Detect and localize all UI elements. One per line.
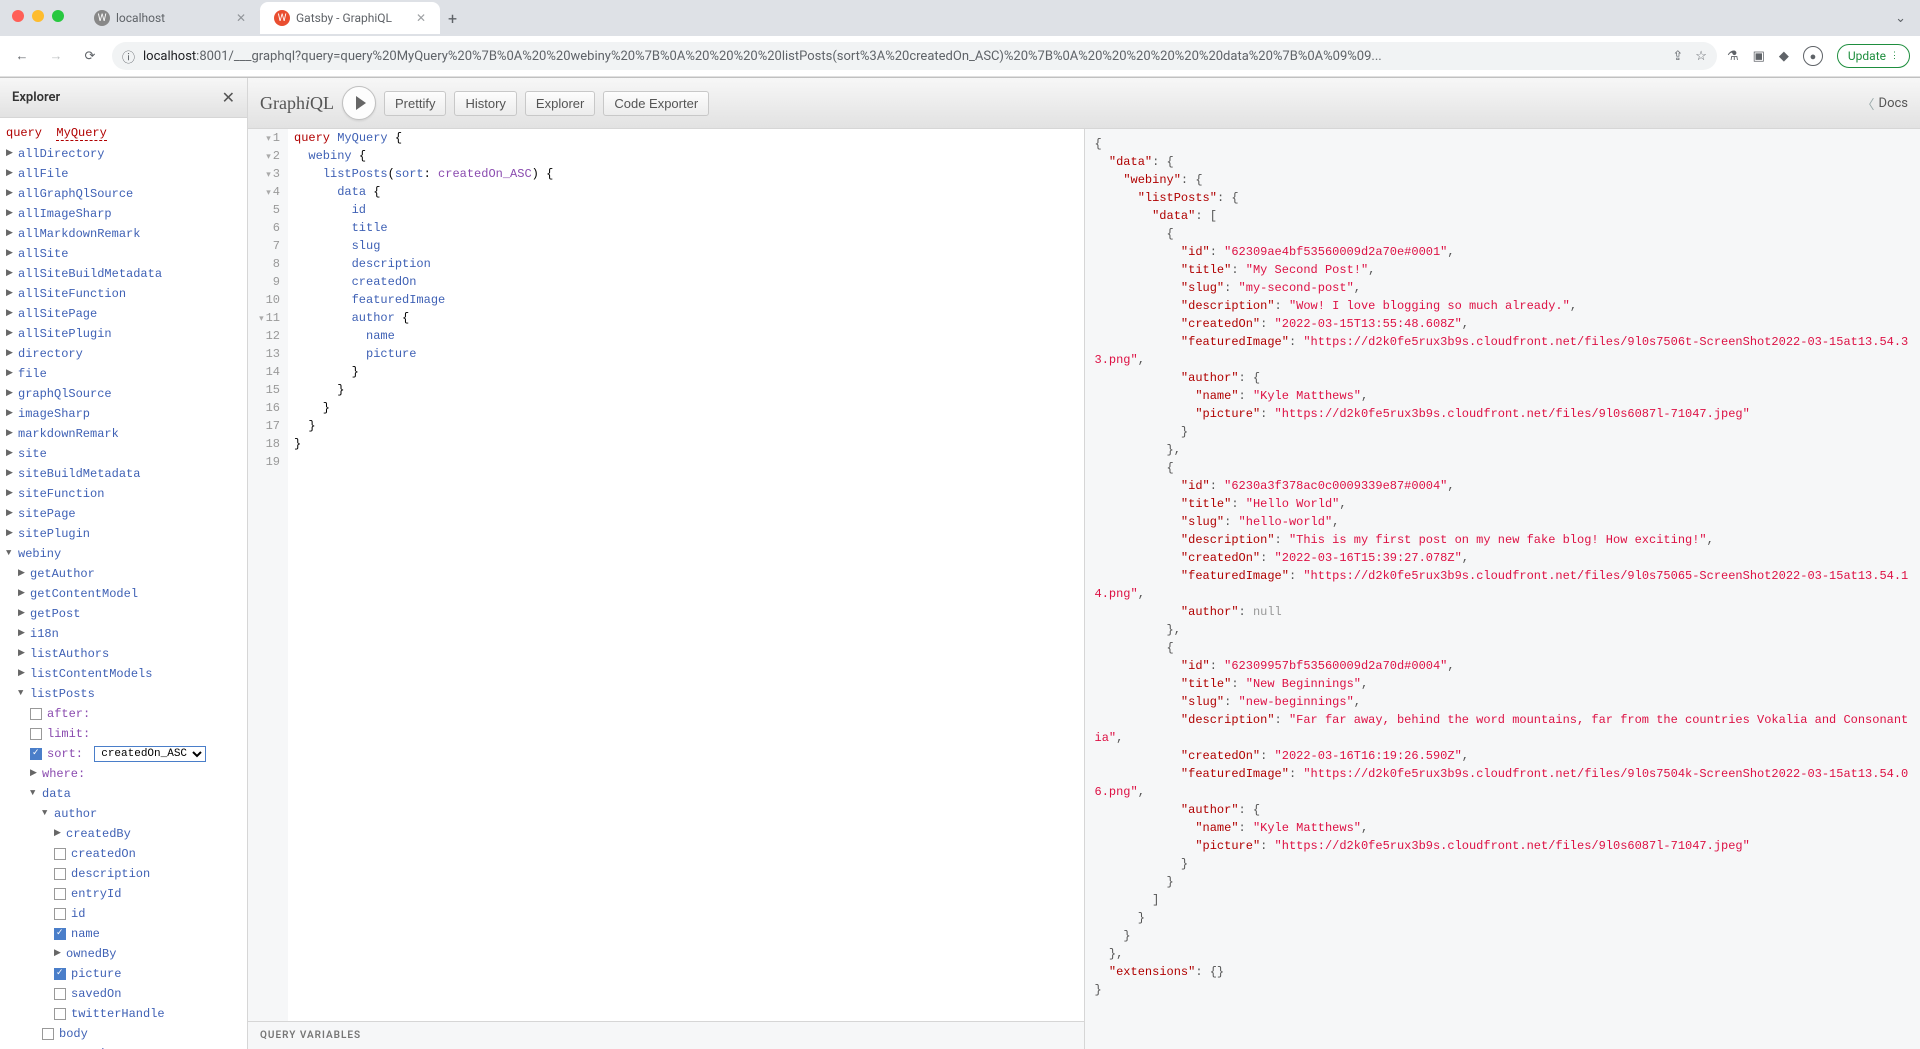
extension-icon[interactable]: ◆ <box>1779 49 1789 64</box>
tree-item[interactable]: ▶sitePlugin <box>6 524 241 544</box>
graphiql-logo: GraphiQL <box>260 93 334 114</box>
docs-button[interactable]: 〈Docs <box>1862 94 1908 113</box>
profile-icon[interactable]: ● <box>1803 46 1823 66</box>
field-checkbox[interactable]: savedOn <box>6 984 241 1004</box>
history-button[interactable]: History <box>454 91 516 116</box>
arg-where[interactable]: ▶where: <box>6 764 241 784</box>
query-code[interactable]: query MyQuery { webiny { listPosts(sort:… <box>288 129 1084 1021</box>
tree-item[interactable]: ▶markdownRemark <box>6 424 241 444</box>
tree-item[interactable]: ▶listContentModels <box>6 664 241 684</box>
update-button[interactable]: Update ⋮ <box>1837 44 1910 68</box>
tree-item[interactable]: ▶allImageSharp <box>6 204 241 224</box>
explorer-tree[interactable]: query MyQuery ▶allDirectory▶allFile▶allG… <box>0 118 247 1049</box>
chevron-down-icon[interactable]: ⌄ <box>1881 11 1920 26</box>
result-pane: { "data": { "webiny": { "listPosts": { "… <box>1085 129 1920 1049</box>
url-path: :8001/___graphql?query=query%20MyQuery%2… <box>196 49 1382 64</box>
tree-item[interactable]: ▶file <box>6 364 241 384</box>
tree-item[interactable]: ▶allSitePage <box>6 304 241 324</box>
close-icon[interactable]: ✕ <box>222 88 235 107</box>
url-host: localhost <box>143 49 196 64</box>
tree-item[interactable]: ▶site <box>6 444 241 464</box>
prettify-button[interactable]: Prettify <box>384 91 446 116</box>
tree-item[interactable]: ▶allSiteBuildMetadata <box>6 264 241 284</box>
tree-item[interactable]: ▶listAuthors <box>6 644 241 664</box>
explorer-title: Explorer <box>12 90 60 105</box>
tree-item[interactable]: ▶getPost <box>6 604 241 624</box>
tree-item[interactable]: ▶imageSharp <box>6 404 241 424</box>
reload-button[interactable]: ⟳ <box>78 44 102 68</box>
tree-item-listposts[interactable]: ▼listPosts <box>6 684 241 704</box>
graphiql-toolbar: GraphiQL Prettify History Explorer Code … <box>248 78 1920 129</box>
field-checkbox[interactable]: description <box>6 864 241 884</box>
explorer-button[interactable]: Explorer <box>525 91 595 116</box>
browser-tab[interactable]: Wlocalhost✕ <box>80 2 260 34</box>
tree-item[interactable]: ▶allMarkdownRemark <box>6 224 241 244</box>
query-editor[interactable]: ▾1▾2▾3▾45678910▾111213141516171819 query… <box>248 129 1084 1021</box>
graphiql-app: Explorer ✕ query MyQuery ▶allDirectory▶a… <box>0 78 1920 1049</box>
window-controls <box>0 0 76 32</box>
extension-icon[interactable]: ▣ <box>1753 49 1765 64</box>
tree-item-ownedby[interactable]: ▶ownedBy <box>6 944 241 964</box>
result-json[interactable]: { "data": { "webiny": { "listPosts": { "… <box>1085 129 1920 1005</box>
tree-item[interactable]: ▶directory <box>6 344 241 364</box>
forward-button[interactable]: → <box>44 44 68 68</box>
explorer-panel: Explorer ✕ query MyQuery ▶allDirectory▶a… <box>0 78 248 1049</box>
tree-item[interactable]: ▶sitePage <box>6 504 241 524</box>
field-checkbox[interactable]: picture <box>6 964 241 984</box>
field-checkbox[interactable]: id <box>6 904 241 924</box>
maximize-window-icon[interactable] <box>52 10 64 22</box>
new-tab-button[interactable]: + <box>440 5 465 32</box>
extension-icon[interactable]: ⚗ <box>1727 49 1739 64</box>
tree-item[interactable]: ▶i18n <box>6 624 241 644</box>
tree-item[interactable]: ▶getAuthor <box>6 564 241 584</box>
tree-item[interactable]: ▶getContentModel <box>6 584 241 604</box>
query-editor-pane: ▾1▾2▾3▾45678910▾111213141516171819 query… <box>248 129 1085 1049</box>
main-area: GraphiQL Prettify History Explorer Code … <box>248 78 1920 1049</box>
query-declaration: query MyQuery <box>6 122 241 144</box>
field-checkbox[interactable]: body <box>6 1024 241 1044</box>
tree-item-webiny[interactable]: ▼webiny <box>6 544 241 564</box>
browser-tabs: Wlocalhost✕WGatsby - GraphiQL✕+ ⌄ <box>0 0 1920 36</box>
browser-tab[interactable]: WGatsby - GraphiQL✕ <box>260 2 440 34</box>
arg-sort[interactable]: sort: createdOn_ASC <box>6 744 241 764</box>
tree-item[interactable]: ▶siteBuildMetadata <box>6 464 241 484</box>
sort-select[interactable]: createdOn_ASC <box>94 746 206 762</box>
line-gutter: ▾1▾2▾3▾45678910▾111213141516171819 <box>248 129 288 1021</box>
close-window-icon[interactable] <box>12 10 24 22</box>
close-icon[interactable]: ✕ <box>416 11 426 25</box>
tree-item-createdby[interactable]: ▶createdBy <box>6 824 241 844</box>
tree-item-data[interactable]: ▼data <box>6 784 241 804</box>
tree-item[interactable]: ▶allSite <box>6 244 241 264</box>
field-checkbox[interactable]: name <box>6 924 241 944</box>
back-button[interactable]: ← <box>10 44 34 68</box>
nav-bar: ← → ⟳ ⓘ localhost :8001/___graphql?query… <box>0 36 1920 77</box>
tree-item[interactable]: ▶allFile <box>6 164 241 184</box>
tree-item-author[interactable]: ▼author <box>6 804 241 824</box>
explorer-header: Explorer ✕ <box>0 78 247 118</box>
url-bar[interactable]: ⓘ localhost :8001/___graphql?query=query… <box>112 42 1717 70</box>
minimize-window-icon[interactable] <box>32 10 44 22</box>
tree-item[interactable]: ▶allDirectory <box>6 144 241 164</box>
browser-chrome: Wlocalhost✕WGatsby - GraphiQL✕+ ⌄ ← → ⟳ ⓘ… <box>0 0 1920 78</box>
field-checkbox[interactable]: createdOn <box>6 844 241 864</box>
field-checkbox[interactable]: entryId <box>6 884 241 904</box>
tree-item[interactable]: ▶graphQlSource <box>6 384 241 404</box>
tree-item[interactable]: ▶allSiteFunction <box>6 284 241 304</box>
extension-icons: ⚗ ▣ ◆ ● Update ⋮ <box>1727 44 1910 68</box>
tree-item[interactable]: ▶allGraphQlSource <box>6 184 241 204</box>
tree-item[interactable]: ▶allSitePlugin <box>6 324 241 344</box>
field-checkbox[interactable]: twitterHandle <box>6 1004 241 1024</box>
arg-limit[interactable]: limit: <box>6 724 241 744</box>
close-icon[interactable]: ✕ <box>236 11 246 25</box>
share-icon[interactable]: ⇪ <box>1672 49 1683 64</box>
code-exporter-button[interactable]: Code Exporter <box>603 91 709 116</box>
execute-button[interactable] <box>342 86 376 120</box>
tree-item[interactable]: ▶siteFunction <box>6 484 241 504</box>
bookmark-icon[interactable]: ☆ <box>1695 49 1707 64</box>
editor-panes: ▾1▾2▾3▾45678910▾111213141516171819 query… <box>248 129 1920 1049</box>
arg-after[interactable]: after: <box>6 704 241 724</box>
